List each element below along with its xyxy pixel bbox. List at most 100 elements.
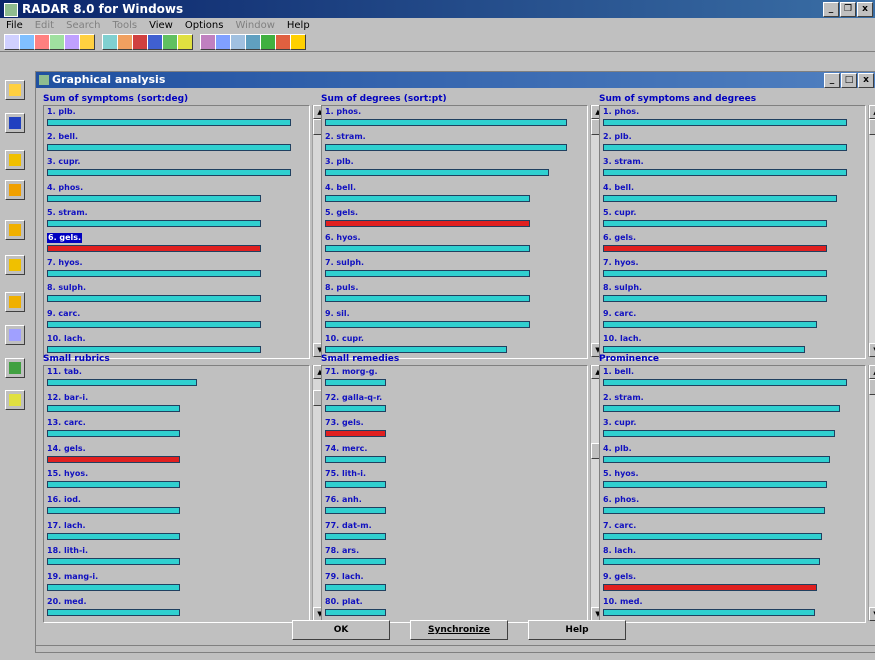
list-item[interactable]: 7. sulph.: [322, 257, 587, 281]
list-item[interactable]: 11. tab.: [44, 366, 309, 390]
list-item[interactable]: 2. stram.: [600, 392, 865, 416]
list-item[interactable]: 75. lith-i.: [322, 468, 587, 492]
toolbar-tool-14-icon[interactable]: [215, 34, 231, 50]
menu-item-help[interactable]: Help: [281, 18, 316, 33]
list-item[interactable]: 12. bar-i.: [44, 392, 309, 416]
list-item[interactable]: 9. gels.: [600, 571, 865, 595]
list-item[interactable]: 7. carc.: [600, 520, 865, 544]
list-item[interactable]: 5. gels.: [322, 207, 587, 231]
ranking-list[interactable]: 1. bell. 2. stram. 3. cupr. 4. plb. 5. hyos.…: [599, 365, 866, 623]
list-item[interactable]: 5. stram.: [44, 207, 309, 231]
list-item[interactable]: 3. cupr.: [600, 417, 865, 441]
list-item[interactable]: 74. merc.: [322, 443, 587, 467]
list-item[interactable]: 4. bell.: [322, 182, 587, 206]
menu-item-search[interactable]: Search: [60, 18, 106, 33]
toolbar-tool-4-icon[interactable]: [49, 34, 65, 50]
list-item[interactable]: 2. bell.: [44, 131, 309, 155]
side-tool-1-icon[interactable]: [5, 80, 25, 100]
list-item[interactable]: 8. sulph.: [600, 282, 865, 306]
list-item[interactable]: 8. puls.: [322, 282, 587, 306]
toolbar-tool-17-icon[interactable]: [260, 34, 276, 50]
menu-item-file[interactable]: File: [0, 18, 29, 33]
list-item[interactable]: 20. med.: [44, 596, 309, 620]
menu-item-options[interactable]: Options: [179, 18, 230, 33]
list-item[interactable]: 3. plb.: [322, 156, 587, 180]
list-item[interactable]: 2. stram.: [322, 131, 587, 155]
list-item[interactable]: 72. galla-q-r.: [322, 392, 587, 416]
side-tool-3-icon[interactable]: [5, 150, 25, 170]
toolbar-tool-19-icon[interactable]: [290, 34, 306, 50]
side-tool-9-icon[interactable]: [5, 358, 25, 378]
list-item[interactable]: 13. carc.: [44, 417, 309, 441]
list-item[interactable]: 4. bell.: [600, 182, 865, 206]
ok-button[interactable]: OK: [292, 620, 390, 640]
list-item[interactable]: 1. phos.: [322, 106, 587, 130]
list-item[interactable]: 73. gels.: [322, 417, 587, 441]
menu-item-window[interactable]: Window: [229, 18, 280, 33]
toolbar-tool-6-icon[interactable]: [79, 34, 95, 50]
toolbar-tool-10-icon[interactable]: [147, 34, 163, 50]
toolbar-tool-1-icon[interactable]: [4, 34, 20, 50]
list-item[interactable]: 8. sulph.: [44, 282, 309, 306]
side-tool-4-icon[interactable]: [5, 180, 25, 200]
list-item[interactable]: 6. gels.: [44, 232, 309, 256]
list-item[interactable]: 5. cupr.: [600, 207, 865, 231]
window-close-icon[interactable]: x: [858, 73, 874, 88]
list-item[interactable]: 8. lach.: [600, 545, 865, 569]
menu-item-tools[interactable]: Tools: [106, 18, 143, 33]
toolbar-tool-7-icon[interactable]: [102, 34, 118, 50]
list-item[interactable]: 17. lach.: [44, 520, 309, 544]
help-button[interactable]: Help: [528, 620, 626, 640]
scroll-up-icon[interactable]: ▲: [869, 105, 875, 119]
window-maximize-icon[interactable]: □: [841, 73, 857, 88]
ranking-list[interactable]: 1. phos. 2. stram. 3. plb. 4. bell. 5. gels.…: [321, 105, 588, 359]
list-item[interactable]: 3. stram.: [600, 156, 865, 180]
ranking-list[interactable]: 1. plb. 2. bell. 3. cupr. 4. phos. 5. stram.…: [43, 105, 310, 359]
list-item[interactable]: 2. plb.: [600, 131, 865, 155]
list-item[interactable]: 7. hyos.: [600, 257, 865, 281]
scroll-thumb[interactable]: [869, 379, 875, 395]
list-item[interactable]: 15. hyos.: [44, 468, 309, 492]
close-icon[interactable]: x: [857, 2, 873, 17]
restore-icon[interactable]: ❐: [840, 2, 856, 17]
list-item[interactable]: 6. gels.: [600, 232, 865, 256]
list-item[interactable]: 9. carc.: [44, 308, 309, 332]
toolbar-tool-12-icon[interactable]: [177, 34, 193, 50]
list-item[interactable]: 71. morg-g.: [322, 366, 587, 390]
vertical-scrollbar[interactable]: ▲▼: [868, 105, 875, 357]
scroll-down-icon[interactable]: ▼: [869, 607, 875, 621]
list-item[interactable]: 9. carc.: [600, 308, 865, 332]
toolbar-tool-15-icon[interactable]: [230, 34, 246, 50]
synchronize-button[interactable]: Synchronize: [410, 620, 508, 640]
side-tool-6-icon[interactable]: [5, 255, 25, 275]
toolbar-tool-8-icon[interactable]: [117, 34, 133, 50]
list-item[interactable]: 1. phos.: [600, 106, 865, 130]
list-item[interactable]: 19. mang-i.: [44, 571, 309, 595]
toolbar-tool-18-icon[interactable]: [275, 34, 291, 50]
vertical-scrollbar[interactable]: ▲▼: [868, 365, 875, 621]
list-item[interactable]: 77. dat-m.: [322, 520, 587, 544]
ranking-list[interactable]: 71. morg-g. 72. galla-q-r. 73. gels. 74. me…: [321, 365, 588, 623]
side-tool-8-icon[interactable]: [5, 325, 25, 345]
list-item[interactable]: 79. lach.: [322, 571, 587, 595]
list-item[interactable]: 9. sil.: [322, 308, 587, 332]
list-item[interactable]: 6. hyos.: [322, 232, 587, 256]
list-item[interactable]: 16. iod.: [44, 494, 309, 518]
list-item[interactable]: 78. ars.: [322, 545, 587, 569]
list-item[interactable]: 14. gels.: [44, 443, 309, 467]
list-item[interactable]: 80. plat.: [322, 596, 587, 620]
side-tool-5-icon[interactable]: [5, 220, 25, 240]
list-item[interactable]: 18. lith-i.: [44, 545, 309, 569]
list-item[interactable]: 76. anh.: [322, 494, 587, 518]
list-item[interactable]: 7. hyos.: [44, 257, 309, 281]
list-item[interactable]: 10. med.: [600, 596, 865, 620]
menu-item-edit[interactable]: Edit: [29, 18, 60, 33]
side-tool-7-icon[interactable]: [5, 292, 25, 312]
list-item[interactable]: 1. bell.: [600, 366, 865, 390]
toolbar-tool-16-icon[interactable]: [245, 34, 261, 50]
minimize-icon[interactable]: _: [823, 2, 839, 17]
toolbar-tool-2-icon[interactable]: [19, 34, 35, 50]
toolbar-tool-3-icon[interactable]: [34, 34, 50, 50]
list-item[interactable]: 4. plb.: [600, 443, 865, 467]
list-item[interactable]: 1. plb.: [44, 106, 309, 130]
